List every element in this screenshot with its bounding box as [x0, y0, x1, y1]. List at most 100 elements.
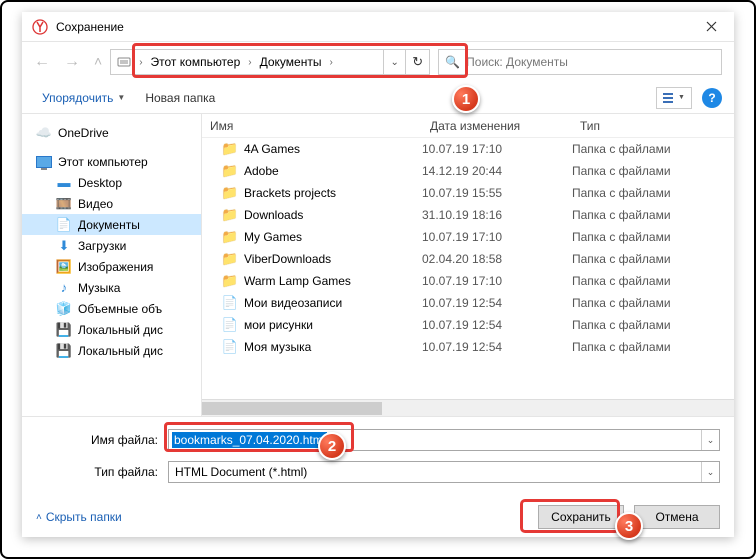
toolbar: Упорядочить ▼ Новая папка ▼ ?: [22, 82, 734, 114]
new-folder-button[interactable]: Новая папка: [137, 87, 223, 109]
close-button[interactable]: [689, 12, 734, 42]
cube-icon: 🧊: [56, 301, 72, 317]
nav-3d-objects[interactable]: 🧊 Объемные объ: [22, 298, 201, 319]
desktop-icon: ▬: [56, 175, 72, 191]
chevron-down-icon: ▼: [678, 94, 685, 101]
title-bar: Сохранение: [22, 12, 734, 42]
table-row[interactable]: 📄Моя музыка10.07.19 12:54Папка с файлами: [202, 336, 734, 358]
file-type: Папка с файлами: [572, 230, 734, 244]
breadcrumb-dropdown[interactable]: ⌄: [383, 50, 405, 74]
nav-pictures[interactable]: 🖼️ Изображения: [22, 256, 201, 277]
shortcut-icon: 📄: [222, 317, 238, 333]
table-row[interactable]: 📁Downloads31.10.19 18:16Папка с файлами: [202, 204, 734, 226]
nav-downloads[interactable]: ⬇ Загрузки: [22, 235, 201, 256]
back-button[interactable]: ←: [34, 53, 50, 71]
nav-documents[interactable]: 📄 Документы: [22, 214, 201, 235]
nav-onedrive[interactable]: ☁️ OneDrive: [22, 122, 201, 143]
forward-button[interactable]: →: [64, 53, 80, 71]
nav-this-pc[interactable]: Этот компьютер: [22, 151, 201, 172]
save-button[interactable]: Сохранить: [538, 505, 624, 529]
disk-icon: 💾: [56, 343, 72, 359]
refresh-button[interactable]: ↻: [405, 50, 429, 74]
file-date: 10.07.19 12:54: [422, 318, 572, 332]
hide-folders-toggle[interactable]: ˄ Скрыть папки: [36, 510, 122, 524]
app-icon: [32, 19, 48, 35]
folder-icon: 📁: [222, 251, 238, 267]
chevron-right-icon: ›: [327, 57, 334, 68]
callout-2: 2: [318, 432, 346, 460]
nav-music[interactable]: ♪ Музыка: [22, 277, 201, 298]
horizontal-scrollbar[interactable]: [202, 399, 734, 416]
cancel-button[interactable]: Отмена: [634, 505, 720, 529]
filetype-field[interactable]: HTML Document (*.html) ⌄: [168, 461, 720, 483]
folder-icon: 📁: [222, 185, 238, 201]
callout-3: 3: [615, 512, 643, 540]
nav-label: Этот компьютер: [58, 155, 148, 169]
search-box[interactable]: 🔍 Поиск: Документы: [438, 49, 722, 75]
file-date: 10.07.19 12:54: [422, 340, 572, 354]
nav-arrows: ← → ˄: [34, 53, 102, 71]
window-title: Сохранение: [56, 20, 124, 34]
filetype-dropdown[interactable]: ⌄: [701, 462, 719, 482]
table-row[interactable]: 📁Warm Lamp Games10.07.19 17:10Папка с фа…: [202, 270, 734, 292]
table-row[interactable]: 📁 Brackets projects 10.07.19 15:55Папка с …: [202, 182, 734, 204]
music-icon: ♪: [56, 280, 72, 296]
file-date: 02.04.20 18:58: [422, 252, 572, 266]
breadcrumb-documents[interactable]: Документы: [254, 50, 328, 74]
up-button[interactable]: ˄: [94, 53, 102, 71]
nav-desktop[interactable]: ▬ Desktop: [22, 172, 201, 193]
nav-local-disk[interactable]: 💾 Локальный дис: [22, 319, 201, 340]
folder-icon: 📁: [222, 207, 238, 223]
chevron-down-icon: ▼: [117, 93, 125, 102]
file-date: 14.12.19 20:44: [422, 164, 572, 178]
hide-folders-label: Скрыть папки: [46, 510, 122, 524]
table-row[interactable]: 📁ViberDownloads02.04.20 18:58Папка с фай…: [202, 248, 734, 270]
file-type: Папка с файлами: [572, 186, 734, 200]
help-button[interactable]: ?: [702, 88, 722, 108]
filetype-value: HTML Document (*.html): [169, 465, 313, 479]
file-date: 10.07.19 15:55: [422, 186, 572, 200]
table-row[interactable]: 📄мои рисунки10.07.19 12:54Папка с файлам…: [202, 314, 734, 336]
table-row[interactable]: 📁4A Games10.07.19 17:10Папка с файлами: [202, 138, 734, 160]
filename-field[interactable]: bookmarks_07.04.2020.html ⌄: [168, 429, 720, 451]
table-row[interactable]: 📁Adobe14.12.19 20:44Папка с файлами: [202, 160, 734, 182]
nav-label: Локальный дис: [78, 344, 163, 358]
nav-local-disk[interactable]: 💾 Локальный дис: [22, 340, 201, 361]
shortcut-icon: 📄: [222, 295, 238, 311]
folder-icon: 📁: [222, 141, 238, 157]
nav-video[interactable]: 🎞️ Видео: [22, 193, 201, 214]
cloud-icon: ☁️: [36, 125, 52, 141]
new-folder-label: Новая папка: [145, 91, 215, 105]
filename-dropdown[interactable]: ⌄: [701, 430, 719, 450]
file-type: Папка с файлами: [572, 164, 734, 178]
filetype-label: Тип файла:: [36, 465, 168, 479]
disk-icon: 💾: [56, 322, 72, 338]
breadcrumb-thispc[interactable]: Этот компьютер: [145, 50, 247, 74]
organize-label: Упорядочить: [42, 91, 113, 105]
nav-label: Музыка: [78, 281, 120, 295]
file-date: 10.07.19 17:10: [422, 230, 572, 244]
file-name: Warm Lamp Games: [244, 274, 351, 288]
col-type[interactable]: Тип: [572, 119, 734, 133]
file-type: Папка с файлами: [572, 340, 734, 354]
filename-value: bookmarks_07.04.2020.html: [172, 432, 327, 448]
table-row[interactable]: 📁My Games10.07.19 17:10Папка с файлами: [202, 226, 734, 248]
nav-label: Изображения: [78, 260, 153, 274]
col-date[interactable]: Дата изменения: [422, 119, 572, 133]
monitor-icon: [36, 154, 52, 170]
file-name: Brackets projects: [244, 186, 336, 200]
pictures-icon: 🖼️: [56, 259, 72, 275]
nav-label: Видео: [78, 197, 113, 211]
file-rows: 📁4A Games10.07.19 17:10Папка с файлами📁A…: [202, 138, 734, 399]
organize-button[interactable]: Упорядочить ▼: [34, 87, 133, 109]
folder-icon: 📁: [222, 229, 238, 245]
nav-label: Desktop: [78, 176, 122, 190]
breadcrumb-icon: [111, 50, 137, 74]
view-options-button[interactable]: ▼: [656, 87, 692, 109]
table-row[interactable]: 📄Мои видеозаписи10.07.19 12:54Папка с фа…: [202, 292, 734, 314]
breadcrumb-bar[interactable]: › Этот компьютер › Документы › ⌄ ↻: [110, 49, 430, 75]
file-type: Папка с файлами: [572, 252, 734, 266]
file-type: Папка с файлами: [572, 208, 734, 222]
col-name[interactable]: Имя: [202, 119, 422, 133]
nav-label: OneDrive: [58, 126, 109, 140]
